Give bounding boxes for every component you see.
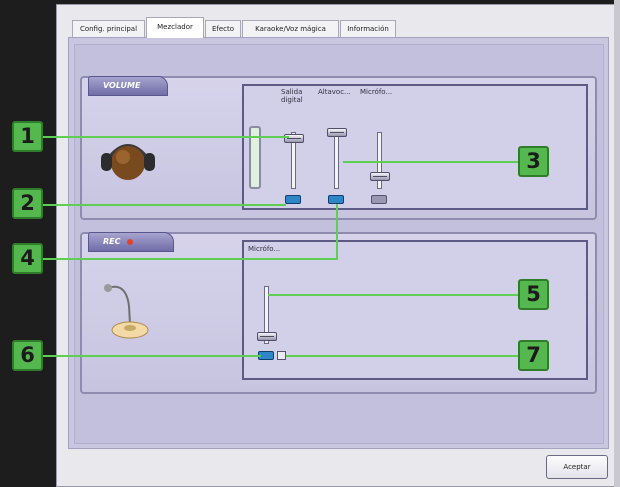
altavoces-slider-track[interactable]: [334, 132, 339, 189]
altavoces-mute-button[interactable]: [328, 195, 344, 204]
callout-6: 6: [12, 340, 43, 371]
callout-4-line-h: [42, 258, 337, 260]
altavoces-slider-thumb[interactable]: [327, 128, 347, 137]
callout-2: 2: [12, 188, 43, 219]
microfono-rec-slider-thumb[interactable]: [257, 332, 277, 341]
accept-button[interactable]: Aceptar: [546, 455, 608, 479]
window-edge: [614, 0, 620, 487]
microfono-playback-mute-button[interactable]: [371, 195, 387, 204]
label-microfono-rec: Micrófo...: [248, 245, 281, 253]
record-dot-icon: [127, 238, 134, 245]
callout-3-line: [343, 161, 519, 163]
playback-section-title: VOLUME: [88, 76, 168, 96]
callout-7: 7: [518, 340, 549, 371]
label-altavoces: Altavoc...: [318, 88, 351, 96]
microfono-boost-button[interactable]: [277, 351, 286, 360]
callout-4: 4: [12, 243, 43, 274]
salida-digital-mute-button[interactable]: [285, 195, 301, 204]
label-microfono: Micrófo...: [360, 88, 393, 96]
headphones-icon: [96, 136, 160, 184]
callout-1-line: [42, 136, 289, 138]
label-salida-digital: Salida digital: [281, 88, 303, 104]
tab-efecto[interactable]: Efecto: [205, 20, 241, 37]
callout-7-line: [286, 355, 520, 357]
microfono-playback-slider-thumb[interactable]: [370, 172, 390, 181]
callout-3: 3: [518, 146, 549, 177]
callout-5-line: [268, 294, 520, 296]
microphone-icon: [96, 278, 160, 344]
callout-4-line-v: [336, 204, 338, 260]
tab-mezclador[interactable]: Mezclador: [146, 17, 204, 38]
record-section-title: REC: [88, 232, 174, 252]
callout-5: 5: [518, 279, 549, 310]
tab-config-principal[interactable]: Config. principal: [72, 20, 145, 37]
tab-informacion[interactable]: Información: [340, 20, 396, 37]
callout-6-line: [42, 355, 261, 357]
callout-2-line: [42, 204, 286, 206]
record-title-text: REC: [103, 237, 121, 246]
callout-1: 1: [12, 121, 43, 152]
tab-karaoke[interactable]: Karaoke/Voz mágica: [242, 20, 339, 37]
